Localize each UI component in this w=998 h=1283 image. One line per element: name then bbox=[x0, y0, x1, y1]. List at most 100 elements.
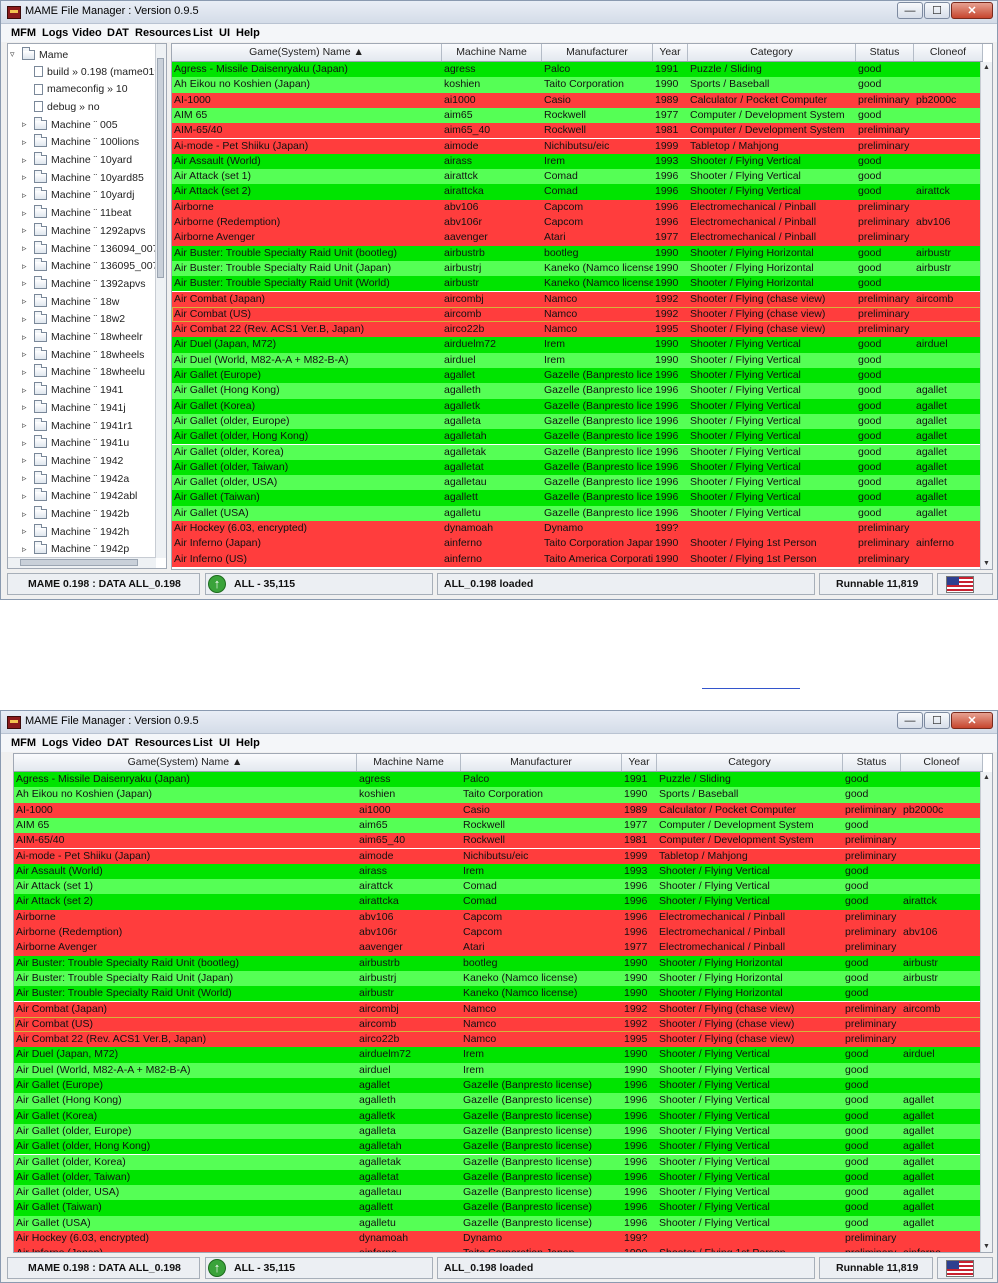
menu-video[interactable]: Video bbox=[72, 27, 102, 39]
table-row[interactable]: AIM-65/40 aim65_40 Rockwell 1981 Computer / … bbox=[14, 833, 983, 849]
table-row-selected[interactable]: Air Combat (US) aircomb Namco 1992 Shooter /… bbox=[14, 1016, 983, 1033]
tree-root[interactable]: ▿ Mame bbox=[10, 46, 68, 63]
minimize-button[interactable]: — bbox=[897, 2, 923, 19]
machine-table[interactable]: Game(System) Name ▲ Machine Name Manufactu… bbox=[171, 43, 993, 570]
table-row[interactable]: Air Inferno (Japan) ainferno Taito Corpora… bbox=[172, 536, 983, 552]
table-row-selected[interactable]: Air Combat (US) aircomb Namco 1992 Shooter /… bbox=[172, 306, 983, 323]
column-header[interactable]: Cloneof bbox=[914, 44, 983, 61]
column-header[interactable]: Game(System) Name ▲ bbox=[172, 44, 442, 61]
table-row[interactable]: Air Combat 22 (Rev. ACS1 Ver.B, Japan) ai… bbox=[14, 1032, 983, 1048]
column-header[interactable]: Game(System) Name ▲ bbox=[14, 754, 357, 771]
tree-item[interactable]: ▹ Machine ¨ 1942h bbox=[22, 523, 129, 540]
menu-ui[interactable]: UI bbox=[219, 737, 230, 749]
expand-icon[interactable]: ▹ bbox=[22, 208, 31, 218]
table-row[interactable]: Air Gallet (older, Taiwan) agalletat Gazel… bbox=[14, 1169, 983, 1186]
tree-hscroll-thumb[interactable] bbox=[20, 559, 138, 566]
table-vertical-scrollbar[interactable]: ▲ ▼ bbox=[980, 772, 992, 1252]
expand-icon[interactable]: ▹ bbox=[22, 226, 31, 235]
expand-icon[interactable]: ▹ bbox=[22, 456, 31, 465]
table-row[interactable]: Air Gallet (Europe) agallet Gazelle (Banpr… bbox=[14, 1078, 983, 1094]
table-row[interactable]: Air Buster: Trouble Specialty Raid Unit … bbox=[14, 955, 983, 971]
expand-icon[interactable]: ▹ bbox=[22, 155, 31, 165]
table-row[interactable]: AIM 65 aim65 Rockwell 1977 Computer / Develo… bbox=[14, 817, 983, 834]
tree-item[interactable]: build » 0.198 (mame0198 bbox=[34, 63, 166, 80]
expand-icon[interactable]: ▹ bbox=[22, 173, 31, 182]
menu-resources[interactable]: Resources bbox=[135, 27, 191, 39]
tree-item[interactable]: ▹ Machine ¨ 18w2 bbox=[22, 311, 125, 328]
tree-item[interactable]: ▹ Machine ¨ 18wheels bbox=[22, 346, 144, 363]
table-row[interactable]: Air Gallet (older, Europe) agalleta Gazell… bbox=[14, 1123, 983, 1140]
expand-icon[interactable]: ▹ bbox=[22, 244, 31, 253]
table-row[interactable]: Air Attack (set 1) airattck Comad 1996 Shoot… bbox=[14, 879, 983, 895]
table-row[interactable]: Air Attack (set 1) airattck Comad 1996 Shoot… bbox=[172, 169, 983, 185]
table-row[interactable]: Air Gallet (USA) agalletu Gazelle (Banpres… bbox=[14, 1215, 983, 1231]
table-row[interactable]: Air Gallet (older, Korea) agalletak Gazell… bbox=[14, 1154, 983, 1170]
minimize-button[interactable]: — bbox=[897, 712, 923, 729]
table-row[interactable]: Air Buster: Trouble Specialty Raid Unit … bbox=[172, 276, 983, 292]
tree-item[interactable]: ▹ Machine ¨ 1942 bbox=[22, 452, 123, 469]
table-row[interactable]: Air Buster: Trouble Specialty Raid Unit … bbox=[172, 245, 983, 261]
machine-tree[interactable]: ▿ Mame build » 0.198 (mame0198 mameconfig… bbox=[7, 43, 167, 569]
menu-mfm[interactable]: MFM bbox=[11, 737, 36, 749]
table-row[interactable]: Air Gallet (Europe) agallet Gazelle (Banpr… bbox=[172, 368, 983, 384]
column-header[interactable]: Year bbox=[622, 754, 657, 771]
table-row[interactable]: Air Inferno (US) ainferno Taito America Co… bbox=[172, 551, 983, 567]
language-selector[interactable] bbox=[937, 573, 993, 595]
expand-icon[interactable]: ▹ bbox=[22, 190, 31, 200]
tree-item[interactable]: ▹ Machine ¨ 10yardj bbox=[22, 187, 134, 204]
table-row[interactable]: Agress - Missile Daisenryaku (Japan) agre… bbox=[14, 772, 983, 788]
menu-resources[interactable]: Resources bbox=[135, 737, 191, 749]
table-row[interactable]: Air Gallet (older, USA) agalletau Gazelle … bbox=[172, 475, 983, 491]
column-header[interactable]: Year bbox=[653, 44, 688, 61]
column-header[interactable]: Status bbox=[843, 754, 901, 771]
scroll-up-icon[interactable]: ▲ bbox=[981, 62, 992, 73]
column-header[interactable]: Machine Name bbox=[357, 754, 461, 771]
table-row[interactable]: Air Duel (World, M82-A-A + M82-B-A) airdu… bbox=[14, 1062, 983, 1078]
menu-help[interactable]: Help bbox=[236, 737, 260, 749]
expand-icon[interactable]: ▹ bbox=[22, 120, 31, 129]
expand-icon[interactable]: ▹ bbox=[22, 314, 31, 324]
menu-logs[interactable]: Logs bbox=[42, 737, 68, 749]
table-row[interactable]: Air Gallet (Taiwan) agallett Gazelle (Banp… bbox=[172, 490, 983, 506]
tree-item[interactable]: debug » no bbox=[34, 98, 100, 115]
table-row[interactable]: Air Combat (Japan) aircombj Namco 1992 Shoot… bbox=[172, 291, 983, 307]
maximize-button[interactable]: ☐ bbox=[924, 712, 950, 729]
table-row[interactable]: Ah Eikou no Koshien (Japan) koshien Taito … bbox=[172, 77, 983, 93]
tree-item[interactable]: ▹ Machine ¨ 1941j bbox=[22, 399, 126, 416]
table-row[interactable]: Air Gallet (Korea) agalletk Gazelle (Banpr… bbox=[14, 1108, 983, 1124]
column-header[interactable]: Manufacturer bbox=[461, 754, 622, 771]
table-row[interactable]: Airborne abv106 Capcom 1996 Electromechanica… bbox=[14, 909, 983, 925]
us-flag-icon[interactable] bbox=[946, 1260, 974, 1277]
table-row[interactable]: Ah Eikou no Koshien (Japan) koshien Taito … bbox=[14, 787, 983, 803]
tree-item[interactable]: ▹ Machine ¨ 1942a bbox=[22, 470, 129, 487]
table-row[interactable]: Air Gallet (Taiwan) agallett Gazelle (Banp… bbox=[14, 1200, 983, 1216]
table-row[interactable]: AIM-65/40 aim65_40 Rockwell 1981 Computer / … bbox=[172, 123, 983, 139]
language-selector[interactable] bbox=[937, 1257, 993, 1279]
caption-link-underline[interactable] bbox=[702, 688, 800, 689]
tree-item[interactable]: ▹ Machine ¨ 1941r1 bbox=[22, 417, 133, 434]
expand-icon[interactable]: ▹ bbox=[22, 332, 31, 342]
tree-item[interactable]: mameconfig » 10 bbox=[34, 81, 128, 98]
column-header[interactable]: Machine Name bbox=[442, 44, 542, 61]
tree-item[interactable]: ▹ Machine ¨ 18wheelr bbox=[22, 329, 143, 346]
table-row[interactable]: AI-1000 ai1000 Casio 1989 Calculator / Pocke… bbox=[14, 802, 983, 818]
expand-icon[interactable]: ▹ bbox=[22, 385, 31, 395]
table-row[interactable]: Air Duel (Japan, M72) airduelm72 Irem 1990 S… bbox=[172, 337, 983, 353]
tree-item[interactable]: ▹ Machine ¨ 18wheelu bbox=[22, 364, 145, 381]
table-row[interactable]: AI-1000 ai1000 Casio 1989 Calculator / Pocke… bbox=[172, 92, 983, 108]
collapse-icon[interactable]: ▿ bbox=[10, 50, 19, 59]
table-row[interactable]: Airborne Avenger aavenger Atari 1977 Electro… bbox=[14, 940, 983, 956]
column-header[interactable]: Cloneof bbox=[901, 754, 983, 771]
tree-item[interactable]: ▹ Machine ¨ 1292apvs bbox=[22, 222, 146, 239]
column-header[interactable]: Status bbox=[856, 44, 914, 61]
table-row[interactable]: Air Gallet (USA) agalletu Gazelle (Banpres… bbox=[172, 505, 983, 521]
table-row[interactable]: Airborne (Redemption) abv106r Capcom 1996 El… bbox=[14, 925, 983, 941]
menu-list[interactable]: List bbox=[193, 27, 213, 39]
menu-help[interactable]: Help bbox=[236, 27, 260, 39]
tree-item[interactable]: ▹ Machine ¨ 136095_0072 bbox=[22, 258, 164, 275]
table-row[interactable]: AIM 65 aim65 Rockwell 1977 Computer / Develo… bbox=[172, 107, 983, 124]
table-row[interactable]: Air Gallet (older, Hong Kong) agalletah Ga… bbox=[14, 1139, 983, 1155]
tree-item[interactable]: ▹ Machine ¨ 10yard85 bbox=[22, 169, 144, 186]
table-row[interactable]: Air Gallet (older, Taiwan) agalletat Gazel… bbox=[172, 459, 983, 476]
tree-item[interactable]: ▹ Machine ¨ 18w bbox=[22, 293, 119, 310]
